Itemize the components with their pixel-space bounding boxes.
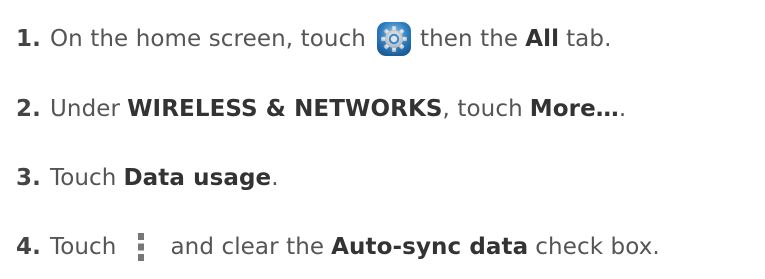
step-text: and clear the [170, 234, 325, 260]
step-text: Touch [49, 234, 117, 260]
step-number: 3. [16, 165, 41, 191]
step-3: 3. Touch Data usage . [16, 158, 279, 198]
step-number: 2. [16, 96, 41, 122]
overflow-menu-icon [134, 229, 148, 265]
step-bold: Data usage [123, 165, 272, 191]
step-bold: Auto-sync data [331, 234, 529, 260]
step-text: On the home screen, touch [49, 26, 366, 52]
step-text: Under [49, 96, 121, 122]
step-2: 2. Under WIRELESS & NETWORKS , touch Mor… [16, 89, 626, 129]
step-number: 1. [16, 26, 41, 52]
step-text: . [271, 165, 279, 191]
step-text: Touch [49, 165, 117, 191]
step-bold: All [525, 26, 560, 52]
step-text: check box. [535, 234, 660, 260]
step-text: , touch [442, 96, 523, 122]
settings-gear-icon [376, 21, 412, 57]
step-text: then the [420, 26, 519, 52]
step-bold: More… [529, 96, 619, 122]
step-text: tab. [566, 26, 612, 52]
step-1: 1. On the home screen, touch then the Al… [16, 19, 612, 59]
step-number: 4. [16, 234, 41, 260]
instruction-steps: 1. On the home screen, touch then the Al… [0, 0, 765, 279]
step-4: 4. Touch and clear the Auto-sync data ch… [16, 227, 660, 267]
step-text: . [618, 96, 627, 122]
step-bold: WIRELESS & NETWORKS [127, 96, 443, 122]
